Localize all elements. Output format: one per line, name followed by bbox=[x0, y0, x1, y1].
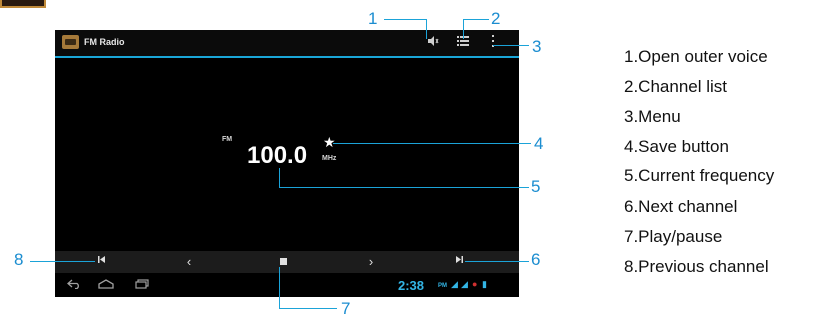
stop-icon[interactable] bbox=[271, 251, 295, 273]
callout-line-5-drop bbox=[279, 168, 280, 187]
callout-line-7-drop bbox=[279, 267, 280, 309]
playback-controls: ‹ › bbox=[55, 251, 519, 273]
callout-line-6 bbox=[465, 261, 529, 262]
status-clock: 2:38 bbox=[398, 278, 425, 293]
status-icons: ◢ ◢ ● ▮ bbox=[451, 279, 519, 291]
wifi-signal-icon: ◢ bbox=[451, 279, 458, 289]
callout-line-7 bbox=[279, 308, 337, 309]
callout-line-8 bbox=[30, 261, 95, 262]
app-title: FM Radio bbox=[84, 37, 125, 47]
battery-icon: ▮ bbox=[482, 279, 487, 289]
frequency-unit: MHz bbox=[322, 155, 337, 162]
callout-line-5 bbox=[279, 187, 529, 188]
recent-apps-icon[interactable] bbox=[129, 277, 155, 293]
status-ampm: PM bbox=[438, 283, 447, 289]
callout-number-4: 4 bbox=[534, 134, 544, 153]
callout-line-2 bbox=[463, 19, 489, 20]
callout-number-1: 1 bbox=[368, 9, 378, 28]
chevron-right-icon[interactable]: › bbox=[359, 251, 383, 273]
overflow-menu-icon[interactable] bbox=[483, 33, 503, 53]
skip-previous-icon[interactable] bbox=[89, 251, 113, 273]
legend-item: 1.Open outer voice bbox=[624, 47, 768, 66]
legend-item: 7.Play/pause bbox=[624, 227, 723, 246]
action-bar: FM Radio bbox=[55, 30, 519, 58]
callout-number-7: 7 bbox=[341, 299, 351, 318]
callout-number-8: 8 bbox=[14, 250, 24, 269]
callout-number-6: 6 bbox=[531, 250, 541, 269]
callout-line-3 bbox=[493, 45, 529, 46]
chevron-left-icon[interactable]: ‹ bbox=[177, 251, 201, 273]
band-label: FM bbox=[222, 136, 233, 143]
callout-line-4 bbox=[333, 143, 531, 144]
callout-line-1-drop bbox=[426, 19, 427, 39]
legend-item: 6.Next channel bbox=[624, 197, 738, 216]
callout-number-3: 3 bbox=[532, 37, 542, 56]
radio-app-icon bbox=[62, 35, 79, 49]
device-screen: FM Radio FM 100.0 MHz ★ ‹ › 2:38 PM ◢ ◢ … bbox=[55, 30, 519, 297]
notification-icon: ● bbox=[472, 279, 478, 289]
callout-line-1 bbox=[384, 19, 426, 20]
current-frequency: 100.0 bbox=[247, 142, 308, 169]
home-icon[interactable] bbox=[93, 277, 119, 293]
back-arrow-icon[interactable] bbox=[61, 277, 87, 293]
legend-item: 5.Current frequency bbox=[624, 166, 775, 185]
app-corner-icon bbox=[0, 0, 46, 8]
skip-next-icon[interactable] bbox=[447, 251, 471, 273]
system-nav-bar: 2:38 PM ◢ ◢ ● ▮ bbox=[55, 273, 519, 297]
legend-item: 4.Save button bbox=[624, 137, 729, 156]
legend-item: 8.Previous channel bbox=[624, 257, 769, 276]
callout-number-2: 2 bbox=[491, 9, 501, 28]
callout-number-5: 5 bbox=[531, 177, 541, 196]
legend-item: 2.Channel list bbox=[624, 77, 728, 96]
legend-item: 3.Menu bbox=[624, 107, 681, 126]
callout-line-2-drop bbox=[463, 19, 464, 39]
cell-signal-icon: ◢ bbox=[461, 279, 468, 289]
